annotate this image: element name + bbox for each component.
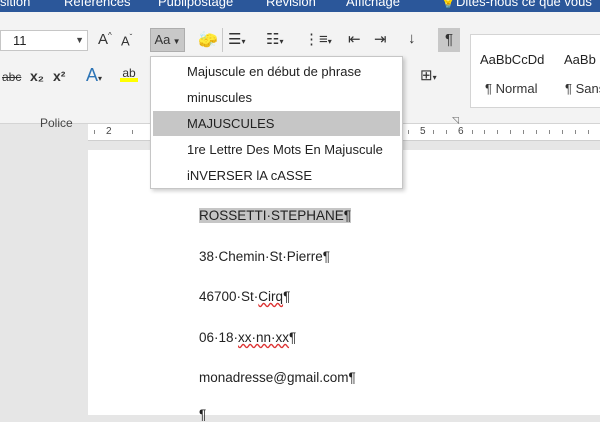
chevron-down-icon: ▼ xyxy=(75,35,84,45)
bullets-icon[interactable]: ☰▾ xyxy=(228,30,245,48)
tab-revision[interactable]: Révision xyxy=(266,0,316,9)
change-case-menu: Majuscule en début de phrase minuscules … xyxy=(150,56,403,189)
menu-item-capitalize-each-word[interactable]: 1re Lettre Des Mots En Majuscule xyxy=(153,137,400,162)
paragraph-email[interactable]: monadresse@gmail.com¶ xyxy=(199,370,356,385)
decrease-indent-icon[interactable]: ⇤ xyxy=(348,30,361,48)
text-effects-button[interactable]: A▾ xyxy=(86,65,102,86)
paragraph-name[interactable]: ROSSETTI·STEPHANE¶ xyxy=(199,208,352,223)
highlight-button[interactable]: ab xyxy=(120,66,138,82)
tab-publipostage[interactable]: Publipostage xyxy=(158,0,233,9)
sort-icon[interactable]: ↓ xyxy=(408,30,416,47)
strikethrough-button[interactable]: abc xyxy=(2,70,21,84)
style-normal-preview[interactable]: AaBbCcDd xyxy=(480,52,544,67)
tell-me-icon[interactable]: 💡 xyxy=(440,0,456,10)
paragraph-phone[interactable]: 06·18·xx·nn·xx¶ xyxy=(199,330,296,345)
borders-icon[interactable]: ⊞▾ xyxy=(420,66,437,84)
tab-references[interactable]: Références xyxy=(64,0,130,9)
show-marks-icon[interactable]: ¶ xyxy=(438,28,460,52)
grow-font-button[interactable]: A^ xyxy=(98,31,112,48)
menu-item-toggle-case[interactable]: iNVERSER lA cASSE xyxy=(153,163,400,188)
subscript-button[interactable]: x₂ xyxy=(30,68,44,84)
menu-item-sentence-case[interactable]: Majuscule en début de phrase xyxy=(153,59,400,84)
clear-formatting-icon[interactable]: 🧽 xyxy=(198,30,218,50)
group-label-police: Police xyxy=(40,116,73,130)
style-normal-name[interactable]: ¶ Normal xyxy=(485,81,538,96)
tab-affichage[interactable]: Affichage xyxy=(346,0,400,9)
document-page[interactable]: ROSSETTI·STEPHANE¶ 38·Chemin·St·Pierre¶ … xyxy=(88,150,600,422)
paragraph-city[interactable]: 46700·St·Cirq¶ xyxy=(199,289,290,304)
tell-me-input[interactable]: Dites-nous ce que vous xyxy=(456,0,592,9)
divider xyxy=(222,28,223,52)
superscript-button[interactable]: x² xyxy=(53,68,65,84)
tab-mise-en-page[interactable]: sition xyxy=(0,0,30,9)
style-nospacing-preview[interactable]: AaBb xyxy=(564,52,596,67)
shrink-font-button[interactable]: Aˇ xyxy=(121,33,132,48)
menu-item-lowercase[interactable]: minuscules xyxy=(153,85,400,110)
paragraph-street[interactable]: 38·Chemin·St·Pierre¶ xyxy=(199,249,330,264)
numbering-icon[interactable]: ☷▾ xyxy=(266,30,283,48)
change-case-button[interactable]: Aa ▼ xyxy=(150,28,185,52)
menu-item-uppercase[interactable]: MAJUSCULES xyxy=(153,111,400,136)
styles-gallery: AaBbCcDd AaBb ¶ Normal ¶ Sans xyxy=(470,34,600,108)
style-nospacing-name[interactable]: ¶ Sans xyxy=(565,81,600,96)
font-size-select[interactable]: 11 ▼ xyxy=(0,30,88,51)
menu-bar: sition Références Publipostage Révision … xyxy=(0,0,600,12)
increase-indent-icon[interactable]: ⇥ xyxy=(374,30,387,48)
multilevel-list-icon[interactable]: ⋮≡▾ xyxy=(304,30,332,48)
